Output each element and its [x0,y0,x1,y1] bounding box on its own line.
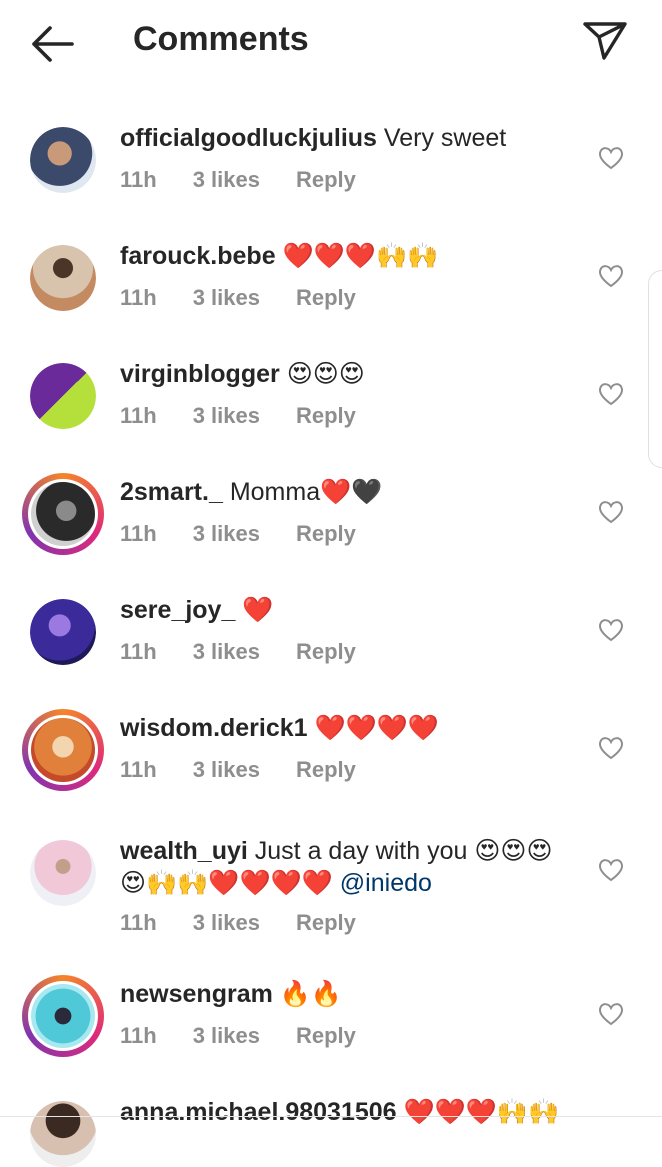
heart-icon[interactable] [598,858,624,882]
comment-row: newsengram 🔥🔥 11h 3 likes Reply [0,956,662,1074]
comment-time: 11h [120,757,157,782]
avatar-story-ring[interactable] [22,473,104,555]
comment-text: Very sweet [383,124,507,152]
side-panel-edge[interactable] [648,270,662,468]
comment-time: 11h [120,521,157,546]
comment-likes[interactable]: 3 likes [193,167,260,193]
bottom-divider [0,1116,662,1117]
back-arrow-icon[interactable] [28,22,76,66]
heart-icon[interactable] [598,500,624,524]
heart-icon[interactable] [598,146,624,170]
reply-button[interactable]: Reply [296,285,356,311]
comment-username[interactable]: virginblogger [120,360,280,388]
avatar[interactable] [30,245,96,311]
reply-button[interactable]: Reply [296,757,356,783]
comment-username[interactable]: officialgoodluckjulius [120,124,377,152]
heart-icon[interactable] [598,1002,624,1026]
comment-mention[interactable]: @iniedo [340,869,432,897]
comment-likes[interactable]: 3 likes [193,521,260,547]
reply-button[interactable]: Reply [296,1023,356,1049]
comment-username[interactable]: newsengram [120,980,273,1008]
reply-button[interactable]: Reply [296,910,356,936]
comment-text: 😍😍😍 [286,360,365,388]
comment-username[interactable]: sere_joy_ [120,596,235,624]
heart-icon[interactable] [598,618,624,642]
avatar-story-ring[interactable] [22,975,104,1057]
reply-button[interactable]: Reply [296,639,356,665]
comment-row: sere_joy_ ❤️ 11h 3 likes Reply [0,572,662,690]
comment-row: wisdom.derick1 ❤️❤️❤️❤️ 11h 3 likes Reply [0,690,662,808]
comment-text: Momma❤️🖤 [229,478,383,506]
comment-username[interactable]: anna.michael.98031506 [120,1098,397,1126]
comment-likes[interactable]: 3 likes [193,285,260,311]
reply-button[interactable]: Reply [296,403,356,429]
send-icon[interactable] [582,20,628,62]
comment-time: 11h [120,285,157,310]
heart-icon[interactable] [598,382,624,406]
avatar[interactable] [30,127,96,193]
comment-time: 11h [120,1023,157,1048]
comment-username[interactable]: wisdom.derick1 [120,714,308,742]
comment-username[interactable]: farouck.bebe [120,242,276,270]
comment-likes[interactable]: 3 likes [193,403,260,429]
avatar-story-ring[interactable] [22,709,104,791]
heart-icon[interactable] [598,264,624,288]
comment-text: ❤️❤️❤️❤️ [314,714,440,742]
comment-row: 2smart._ Momma❤️🖤 11h 3 likes Reply [0,454,662,572]
page-title: Comments [133,20,309,58]
header-bar: Comments [0,0,662,86]
comment-likes[interactable]: 3 likes [193,1023,260,1049]
avatar[interactable] [30,363,96,429]
avatar[interactable] [30,840,96,906]
comment-text: ❤️❤️❤️🙌🙌 [403,1098,560,1126]
reply-button[interactable]: Reply [296,521,356,547]
comment-likes[interactable]: 3 likes [193,757,260,783]
comment-username[interactable]: wealth_uyi [120,837,248,865]
comment-time: 11h [120,167,157,192]
comment-time: 11h [120,403,157,428]
comment-row: anna.michael.98031506 ❤️❤️❤️🙌🙌 [0,1074,662,1167]
reply-button[interactable]: Reply [296,167,356,193]
comment-row: wealth_uyi Just a day with you 😍😍😍😍🙌🙌❤️❤… [0,808,662,956]
comment-likes[interactable]: 3 likes [193,639,260,665]
heart-icon[interactable] [598,736,624,760]
avatar[interactable] [30,599,96,665]
comment-likes[interactable]: 3 likes [193,910,260,936]
comment-list: officialgoodluckjulius Very sweet 11h 3 l… [0,100,662,1167]
comment-row: officialgoodluckjulius Very sweet 11h 3 l… [0,100,662,218]
comment-text: 🔥🔥 [279,980,343,1008]
comment-time: 11h [120,910,157,935]
comment-username[interactable]: 2smart._ [120,478,223,506]
comment-text: ❤️ [242,596,274,624]
comment-row: farouck.bebe ❤️❤️❤️🙌🙌 11h 3 likes Reply [0,218,662,336]
comment-time: 11h [120,639,157,664]
comment-row: virginblogger 😍😍😍 11h 3 likes Reply [0,336,662,454]
comment-text: ❤️❤️❤️🙌🙌 [282,242,439,270]
avatar[interactable] [30,1101,96,1167]
